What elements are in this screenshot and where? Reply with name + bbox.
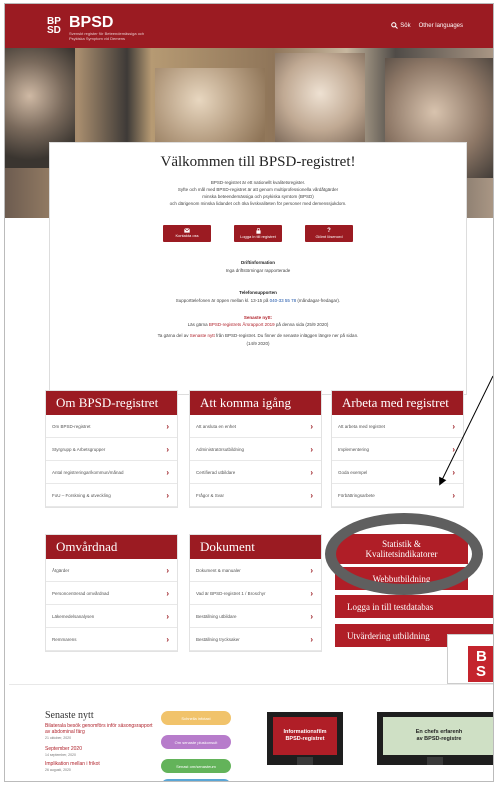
news-item-title[interactable]: Bilaterala besök genomförs inför säsongs… bbox=[45, 723, 157, 735]
video-title-line2: BPSD-registret bbox=[285, 736, 325, 742]
pill-button[interactable] bbox=[161, 779, 231, 781]
video-screen: Informationsfilm BPSD-registret bbox=[273, 717, 337, 755]
video-title-line2: av BPSD-registre bbox=[416, 736, 462, 742]
news-item[interactable]: Bilaterala besök genomförs inför säsongs… bbox=[45, 723, 157, 741]
browser-page: BP SD BPSD Svenskt register för Beteende… bbox=[4, 3, 494, 782]
news-item[interactable]: September 2020 14 september, 2020 bbox=[45, 746, 157, 758]
news-section-title: Senaste nytt bbox=[45, 710, 94, 721]
video-title-line1: Informationsfilm bbox=[283, 729, 327, 735]
video-thumbnail[interactable]: Informationsfilm BPSD-registret bbox=[267, 712, 343, 765]
zoomed-logo: B S bbox=[447, 634, 493, 684]
video-title-line1: En chefs erfarenh bbox=[415, 729, 463, 735]
pill-button[interactable]: Schnella infotaxi bbox=[161, 711, 231, 725]
pill-button[interactable]: Om senaste pluskonsult bbox=[161, 735, 231, 749]
video-screen: En chefs erfarenh av BPSD-registre bbox=[383, 717, 493, 755]
video-thumbnail[interactable]: En chefs erfarenh av BPSD-registre bbox=[377, 712, 493, 765]
news-item[interactable]: Implikation mellan i frikot 26 augusti, … bbox=[45, 761, 157, 773]
annotation-arrow-icon bbox=[439, 375, 493, 486]
zoomed-logo-line2: S bbox=[476, 663, 487, 680]
news-item-date: 21 oktober, 2020 bbox=[45, 736, 72, 740]
news-item-date: 26 augusti, 2020 bbox=[45, 768, 71, 772]
zoomed-logo-mark: B S bbox=[468, 646, 493, 682]
zoomed-logo-line1: B bbox=[476, 648, 487, 665]
news-item-date: 14 september, 2020 bbox=[45, 753, 76, 757]
pill-button[interactable]: Senast om/senasteum bbox=[161, 759, 231, 773]
